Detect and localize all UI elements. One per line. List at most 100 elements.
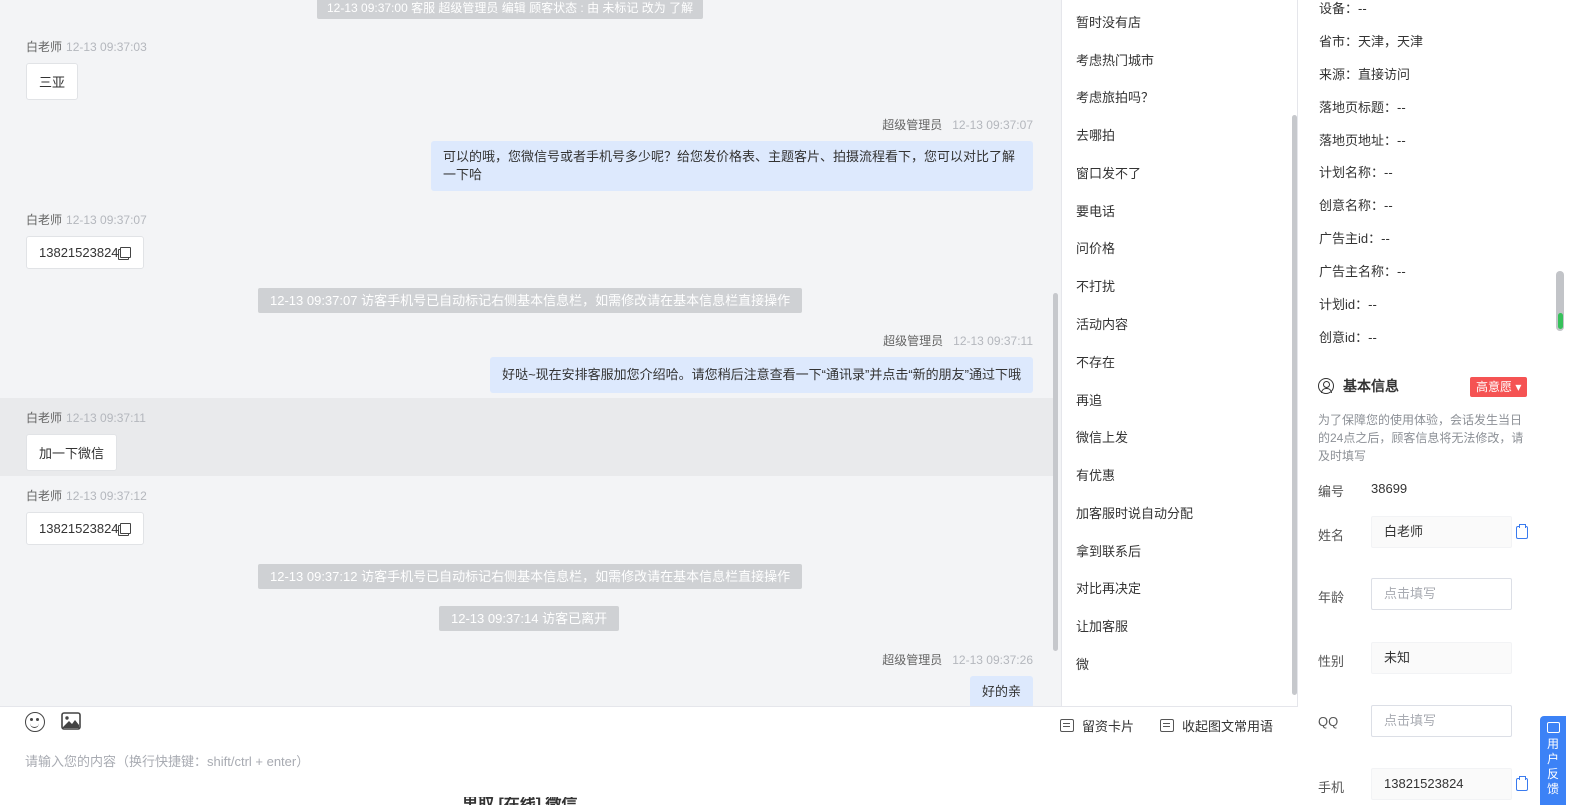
- phrase-item[interactable]: 暂时没有店: [1076, 12, 1141, 31]
- basic-info-title: 基本信息: [1318, 376, 1399, 396]
- message-time: 12-13 09:37:11: [953, 334, 1033, 348]
- message-time: 12-13 09:37:03: [66, 40, 147, 54]
- edit-notice: 为了保障您的使用体验，会话发生当日的24点之后，顾客信息将无法修改，请及时填写: [1318, 413, 1524, 463]
- phrase-item[interactable]: 考虑热门城市: [1076, 50, 1154, 69]
- phrase-item[interactable]: 有优惠: [1076, 465, 1115, 484]
- message-bubble: 好哒~现在安排客服加您介绍哈。请您稍后注意查看一下“通讯录”并点击“新的朋友”通…: [490, 357, 1033, 393]
- copy-icon[interactable]: [119, 247, 131, 258]
- phrase-item[interactable]: 问价格: [1076, 238, 1115, 257]
- info-row-landing-title: 落地页标题：--: [1319, 100, 1406, 115]
- phone-label: 手机: [1318, 780, 1345, 795]
- phrase-item[interactable]: 微信上发: [1076, 427, 1128, 446]
- message-bubble: 可以的哦，您微信号或者手机号多少呢？给您发价格表、主题客片、拍摄流程看下，您可以…: [431, 141, 1033, 191]
- agent-message: 超级管理员 12-13 09:37:07 可以的哦，您微信号或者手机号多少呢？给您…: [431, 116, 1033, 191]
- qq-field[interactable]: 点击填写: [1371, 705, 1512, 737]
- visitor-message: 白老师 12-13 09:37:11 加一下微信: [26, 409, 146, 471]
- message-input[interactable]: 请输入您的内容（换行快捷键：shift/ctrl + enter）: [25, 751, 309, 770]
- emoji-icon[interactable]: [25, 712, 45, 732]
- name-label: 姓名: [1318, 528, 1345, 543]
- sender-name: 超级管理员: [883, 334, 944, 348]
- user-icon: [1318, 378, 1334, 394]
- agent-message: 超级管理员 12-13 09:37:11 好哒~现在安排客服加您介绍哈。请您稍后注…: [490, 332, 1033, 393]
- id-value: 38699: [1371, 481, 1408, 496]
- highlighted-message-row: [0, 398, 1054, 476]
- phrase-item[interactable]: 活动内容: [1076, 314, 1128, 333]
- phrase-item[interactable]: 加客服时说自动分配: [1076, 503, 1193, 522]
- message-time: 12-13 09:37:11: [66, 411, 146, 425]
- message-bubble: 13821523824: [26, 512, 144, 545]
- phone-text: 13821523824: [39, 521, 119, 536]
- chat-scrollbar[interactable]: [1053, 293, 1058, 651]
- message-bubble: 加一下微信: [26, 434, 118, 471]
- phrase-item[interactable]: 对比再决定: [1076, 578, 1141, 597]
- info-row-plan-id: 计划id：--: [1319, 297, 1377, 312]
- visitor-message: 白老师 12-13 09:37:03 三亚: [26, 38, 147, 100]
- info-row-region: 省市：天津，天津: [1319, 34, 1424, 49]
- copy-icon[interactable]: [1516, 524, 1528, 539]
- collapse-phrases-button[interactable]: 收起图文常用语: [1160, 716, 1273, 735]
- card-icon: [1060, 719, 1074, 732]
- phone-text: 13821523824: [39, 245, 119, 260]
- age-field[interactable]: 点击填写: [1371, 578, 1512, 610]
- info-row-plan-name: 计划名称：--: [1319, 165, 1393, 180]
- sender-name: 白老师: [26, 213, 63, 227]
- customer-info-panel: 设备：-- 省市：天津，天津 来源：直接访问 落地页标题：-- 落地页地址：--…: [1298, 0, 1577, 805]
- info-row-source: 来源：直接访问: [1319, 67, 1411, 82]
- phrases-scrollbar[interactable]: [1292, 115, 1297, 695]
- visitor-message: 白老师 12-13 09:37:07 13821523824: [26, 211, 147, 269]
- system-notice: 12-13 09:37:12 访客手机号已自动标记右侧基本信息栏，如需修改请在基…: [258, 564, 803, 589]
- gender-label: 性别: [1318, 654, 1345, 669]
- caret-down-icon: ▾: [1512, 380, 1522, 394]
- id-label: 编号: [1318, 484, 1345, 499]
- message-time: 12-13 09:37:07: [66, 213, 147, 227]
- system-notice: 12-13 09:37:14 访客已离开: [439, 606, 620, 631]
- phrase-item[interactable]: 再追: [1076, 390, 1102, 409]
- phrase-item[interactable]: 拿到联系后: [1076, 541, 1141, 560]
- message-time: 12-13 09:37:07: [952, 118, 1033, 132]
- name-field[interactable]: 白老师: [1371, 516, 1512, 548]
- phone-field[interactable]: 13821523824: [1371, 768, 1512, 800]
- message-time: 12-13 09:37:12: [66, 489, 147, 503]
- bottom-partial-text: 里取 [在线] 微信: [462, 797, 578, 805]
- qq-label: QQ: [1318, 714, 1339, 729]
- info-row-device: 设备：--: [1319, 1, 1367, 16]
- system-notice: 12-13 09:37:07 访客手机号已自动标记右侧基本信息栏，如需修改请在基…: [258, 288, 803, 313]
- message-bubble: 好的亲: [969, 676, 1033, 706]
- phrase-item[interactable]: 不打扰: [1076, 276, 1115, 295]
- quick-phrases-panel: 暂时没有店 考虑热门城市 考虑旅拍吗？ 去哪拍 窗口发不了 要电话 问价格 不打…: [1062, 0, 1298, 706]
- age-label: 年龄: [1318, 590, 1345, 605]
- lead-card-button[interactable]: 留资卡片: [1060, 716, 1134, 735]
- phrase-item[interactable]: 窗口发不了: [1076, 163, 1141, 182]
- intent-badge[interactable]: 高意愿 ▾: [1470, 377, 1528, 397]
- feedback-button[interactable]: 用户反馈: [1540, 716, 1566, 805]
- phrase-item[interactable]: 要电话: [1076, 201, 1115, 220]
- scroll-indicator: [1558, 313, 1563, 329]
- phrase-item[interactable]: 让加客服: [1076, 616, 1128, 635]
- system-event-top: 12-13 09:37:00 客服 超级管理员 编辑 顾客状态 : 由 未标记 …: [317, 0, 704, 19]
- message-time: 12-13 09:37:26: [952, 653, 1033, 667]
- visitor-message: 白老师 12-13 09:37:12 13821523824: [26, 487, 147, 545]
- copy-icon[interactable]: [1516, 776, 1528, 791]
- message-icon: [1546, 722, 1560, 733]
- info-row-advertiser-name: 广告主名称：--: [1319, 264, 1406, 279]
- info-row-creative-id: 创意id：--: [1319, 330, 1377, 345]
- sender-name: 超级管理员: [882, 653, 943, 667]
- image-icon[interactable]: [61, 712, 81, 730]
- chat-panel: 12-13 09:37:00 客服 超级管理员 编辑 顾客状态 : 由 未标记 …: [0, 0, 1062, 706]
- phrase-item[interactable]: 考虑旅拍吗？: [1076, 87, 1154, 106]
- phrase-item[interactable]: 去哪拍: [1076, 125, 1115, 144]
- sender-name: 白老师: [26, 40, 63, 54]
- info-row-advertiser-id: 广告主id：--: [1319, 231, 1390, 246]
- gender-select[interactable]: 未知: [1371, 642, 1512, 674]
- document-icon: [1160, 719, 1174, 732]
- info-row-landing-url: 落地页地址：--: [1319, 133, 1406, 148]
- copy-icon[interactable]: [119, 523, 131, 534]
- message-bubble: 13821523824: [26, 236, 144, 269]
- sender-name: 白老师: [26, 411, 63, 425]
- phrase-item[interactable]: 不存在: [1076, 352, 1115, 371]
- agent-message: 超级管理员 12-13 09:37:26 好的亲: [882, 651, 1033, 706]
- sender-name: 超级管理员: [882, 118, 943, 132]
- message-bubble: 三亚: [26, 63, 79, 100]
- sender-name: 白老师: [26, 489, 63, 503]
- phrase-item[interactable]: 微: [1076, 654, 1089, 673]
